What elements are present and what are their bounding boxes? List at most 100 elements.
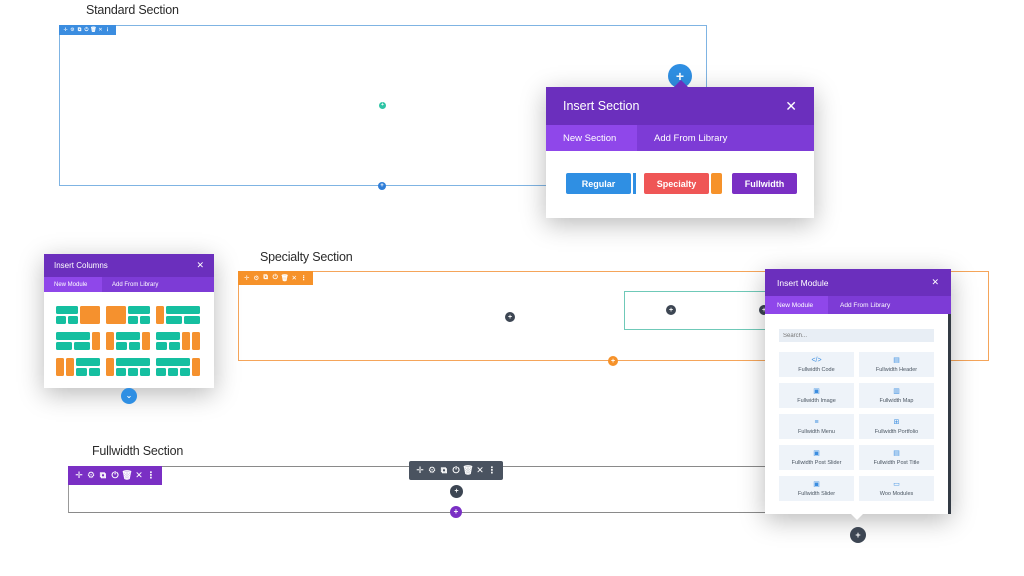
module-item-fullwidth-post-slider[interactable]: ▣ Fullwidth Post Slider — [779, 445, 854, 470]
power-icon[interactable]: ⏻ — [271, 274, 281, 282]
module-item-fullwidth-portfolio[interactable]: ⊞ Fullwidth Portfolio — [859, 414, 934, 439]
more-icon[interactable]: ⋮ — [145, 470, 157, 481]
close-icon[interactable]: ✕ — [785, 98, 797, 115]
modal-header: Insert Section ✕ — [546, 87, 814, 125]
gear-icon[interactable]: ⚙ — [69, 27, 76, 33]
column-layout-option[interactable] — [106, 332, 150, 350]
add-row-button[interactable]: + — [379, 102, 386, 109]
module-item-woo-modules[interactable]: ▭ Woo Modules — [859, 476, 934, 501]
add-module-button[interactable]: + — [666, 305, 676, 315]
module-item-fullwidth-image[interactable]: ▣ Fullwidth Image — [779, 383, 854, 408]
modal-tabs: New Module Add From Library — [765, 296, 951, 314]
move-icon[interactable]: ✛ — [62, 27, 69, 33]
more-icon[interactable]: ⋮ — [104, 27, 111, 33]
move-icon[interactable]: ✛ — [414, 465, 426, 476]
trash-icon[interactable]: 🗑 — [90, 27, 97, 33]
fullwidth-section-toolbar: ✛ ⚙ ⧉ ⏻ 🗑 ✕ ⋮ — [68, 466, 162, 485]
gear-icon[interactable]: ⚙ — [426, 465, 438, 476]
menu-icon: ≡ — [814, 418, 819, 426]
move-icon[interactable]: ✛ — [73, 470, 85, 481]
close-icon[interactable]: ✕ — [474, 465, 486, 476]
close-icon[interactable]: ✕ — [290, 274, 300, 282]
specialty-row[interactable] — [624, 291, 774, 330]
add-section-button[interactable]: + — [378, 182, 386, 190]
collapse-button[interactable]: ⌄ — [121, 388, 137, 404]
tab-add-from-library[interactable]: Add From Library — [637, 125, 744, 151]
module-item-fullwidth-post-title[interactable]: ▤ Fullwidth Post Title — [859, 445, 934, 470]
module-label: Fullwidth Menu — [798, 428, 835, 435]
trash-icon[interactable]: 🗑 — [280, 274, 290, 282]
module-item-fullwidth-slider[interactable]: ▣ Fullwidth Slider — [779, 476, 854, 501]
trash-icon[interactable]: 🗑 — [462, 465, 474, 476]
module-label: Fullwidth Map — [879, 397, 914, 404]
modal-tabs: New Section Add From Library — [546, 125, 814, 151]
add-section-button[interactable]: + — [450, 506, 462, 518]
module-label: Fullwidth Code — [798, 366, 835, 373]
chevron-down-icon: ⌄ — [125, 391, 133, 400]
scrollbar[interactable] — [948, 314, 951, 514]
modal-tabs: New Module Add From Library — [44, 277, 214, 292]
gear-icon[interactable]: ⚙ — [252, 274, 262, 282]
column-layout-option[interactable] — [106, 358, 150, 376]
plus-icon: + — [610, 357, 616, 365]
plus-icon: + — [380, 183, 384, 189]
add-module-button[interactable]: + — [850, 527, 866, 543]
column-layout-option[interactable] — [56, 306, 100, 324]
duplicate-icon[interactable]: ⧉ — [438, 465, 450, 476]
tab-new-section[interactable]: New Section — [546, 125, 637, 151]
column-layouts — [56, 306, 200, 376]
add-section-button[interactable]: + — [608, 356, 618, 366]
tab-add-from-library[interactable]: Add From Library — [828, 296, 902, 314]
power-icon[interactable]: ⏻ — [450, 465, 462, 476]
tab-new-module[interactable]: New Module — [44, 277, 102, 292]
power-icon[interactable]: ⏻ — [109, 470, 121, 481]
regular-button-accent — [633, 173, 636, 194]
module-toolbar: ✛ ⚙ ⧉ ⏻ 🗑 ✕ ⋮ — [409, 461, 503, 480]
insert-section-modal: Insert Section ✕ New Section Add From Li… — [546, 80, 814, 218]
search-input[interactable] — [779, 329, 934, 342]
woo-icon: ▭ — [893, 480, 900, 488]
close-icon[interactable]: ✕ — [97, 27, 104, 33]
more-icon[interactable]: ⋮ — [486, 465, 498, 476]
module-item-fullwidth-map[interactable]: ▥ Fullwidth Map — [859, 383, 934, 408]
column-layout-option[interactable] — [56, 332, 100, 350]
column-layout-option[interactable] — [156, 358, 200, 376]
plus-icon: + — [668, 306, 674, 314]
gear-icon[interactable]: ⚙ — [85, 470, 97, 481]
duplicate-icon[interactable]: ⧉ — [261, 274, 271, 282]
add-module-button[interactable]: + — [505, 312, 515, 322]
module-item-fullwidth-code[interactable]: </> Fullwidth Code — [779, 352, 854, 377]
standard-section-title: Standard Section — [86, 3, 179, 17]
map-icon: ▥ — [893, 387, 900, 395]
module-item-fullwidth-menu[interactable]: ≡ Fullwidth Menu — [779, 414, 854, 439]
standard-section-toolbar: ✛ ⚙ ⧉ ⏻ 🗑 ✕ ⋮ — [59, 25, 116, 35]
specialty-button[interactable]: Specialty — [644, 173, 709, 194]
move-icon[interactable]: ✛ — [242, 274, 252, 282]
slider-icon: ▣ — [813, 480, 820, 488]
trash-icon[interactable]: 🗑 — [121, 470, 133, 481]
plus-icon: + — [381, 102, 384, 108]
regular-button[interactable]: Regular — [566, 173, 631, 194]
tab-new-module[interactable]: New Module — [765, 296, 828, 314]
plus-icon: + — [507, 313, 513, 321]
fullwidth-button[interactable]: Fullwidth — [732, 173, 797, 194]
insert-columns-modal: Insert Columns ✕ New Module Add From Lib… — [44, 254, 214, 388]
column-layout-option[interactable] — [106, 306, 150, 324]
modal-title: Insert Module — [777, 277, 829, 288]
modal-header: Insert Module ✕ — [765, 269, 951, 296]
duplicate-icon[interactable]: ⧉ — [76, 27, 83, 33]
code-icon: </> — [811, 356, 822, 364]
duplicate-icon[interactable]: ⧉ — [97, 470, 109, 481]
column-layout-option[interactable] — [56, 358, 100, 376]
module-item-fullwidth-header[interactable]: ▤ Fullwidth Header — [859, 352, 934, 377]
column-layout-option[interactable] — [156, 332, 200, 350]
column-layout-option[interactable] — [156, 306, 200, 324]
more-icon[interactable]: ⋮ — [299, 274, 309, 282]
power-icon[interactable]: ⏻ — [83, 27, 90, 33]
tab-add-from-library[interactable]: Add From Library — [102, 277, 168, 292]
module-label: Fullwidth Image — [797, 397, 836, 404]
close-icon[interactable]: ✕ — [133, 470, 145, 481]
close-icon[interactable]: ✕ — [931, 277, 939, 288]
close-icon[interactable]: ✕ — [196, 260, 204, 271]
add-module-button[interactable]: + — [450, 485, 463, 498]
